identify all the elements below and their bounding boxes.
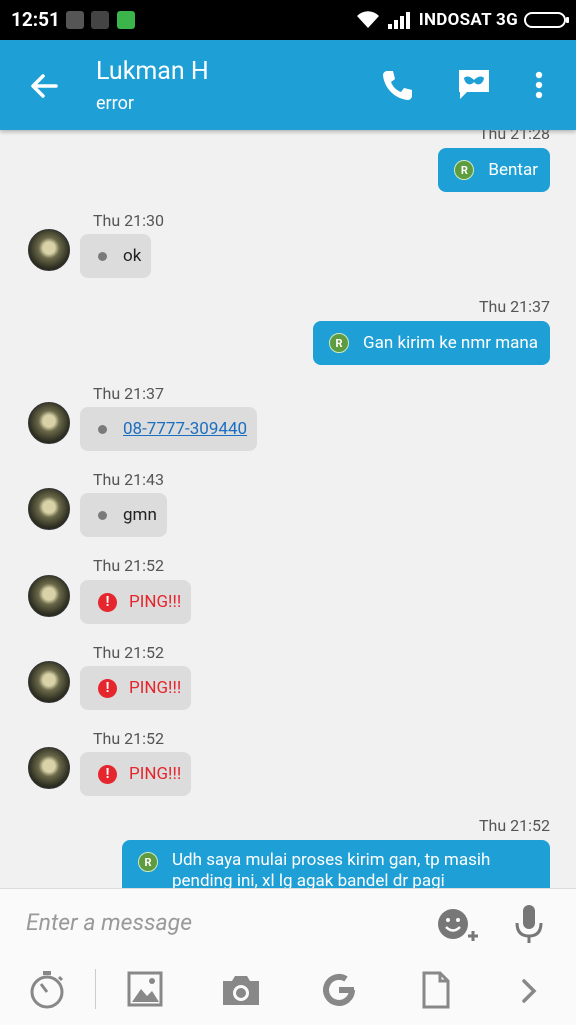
- message-input[interactable]: Enter a message: [26, 909, 192, 936]
- contact-name[interactable]: Lukman H: [96, 57, 209, 86]
- outgoing-message[interactable]: R Gan kirim ke nmr mana: [313, 321, 550, 365]
- chevron-right-icon[interactable]: [518, 977, 540, 1005]
- line-notification-icon: [117, 11, 135, 29]
- message-status-dot: [98, 251, 107, 261]
- read-receipt-icon: R: [138, 852, 158, 872]
- composer: Enter a message: [0, 888, 576, 1025]
- contact-avatar[interactable]: [28, 402, 70, 444]
- contact-avatar[interactable]: [28, 747, 70, 789]
- message-text: ok: [123, 246, 142, 266]
- camera-icon[interactable]: [220, 973, 262, 1007]
- message-timestamp: Thu 21:37: [93, 384, 164, 403]
- message-timestamp: Thu 21:37: [479, 297, 550, 316]
- refresh-google-icon[interactable]: [320, 971, 358, 1009]
- alert-icon: !: [98, 592, 117, 612]
- message-timestamp: Thu 21:52: [479, 816, 550, 835]
- message-status-dot: [98, 510, 107, 520]
- incoming-ping-message[interactable]: ! PING!!!: [80, 666, 192, 710]
- contact-status: error: [96, 93, 134, 114]
- contact-avatar[interactable]: [28, 488, 70, 530]
- incoming-ping-message[interactable]: ! PING!!!: [80, 580, 192, 624]
- document-icon[interactable]: [421, 971, 451, 1009]
- microphone-icon[interactable]: [513, 903, 545, 945]
- back-arrow-icon[interactable]: [26, 68, 62, 104]
- wifi-icon: [356, 11, 379, 28]
- read-receipt-icon: R: [454, 160, 475, 180]
- message-timestamp: Thu 21:52: [93, 643, 164, 662]
- app-bar: Lukman H error: [0, 40, 576, 130]
- message-timestamp: Thu 21:30: [93, 211, 164, 230]
- signal-icon: [387, 12, 410, 29]
- gallery-notification-icon: [66, 11, 84, 29]
- outgoing-message[interactable]: R Bentar: [438, 148, 550, 192]
- incoming-message[interactable]: ok: [80, 234, 152, 278]
- message-timestamp: Thu 21:52: [93, 729, 164, 748]
- overflow-menu-icon[interactable]: [520, 66, 558, 104]
- read-receipt-icon: R: [329, 333, 350, 353]
- emoji-add-icon[interactable]: [437, 907, 483, 943]
- outgoing-message[interactable]: R Udh saya mulai proses kirim gan, tp ma…: [122, 840, 550, 888]
- chat-mask-icon[interactable]: [455, 66, 493, 104]
- battery-icon: [524, 12, 569, 28]
- message-timestamp: Thu 21:43: [93, 470, 164, 489]
- toolbar-divider: [95, 969, 96, 1009]
- message-list[interactable]: Thu 21:28 R Bentar Thu 21:30 ok Thu 21:3…: [0, 130, 576, 888]
- image-gallery-icon[interactable]: [127, 971, 163, 1007]
- status-bar: 12:51 INDOSAT 3G: [0, 0, 576, 40]
- message-text: PING!!!: [129, 678, 182, 698]
- message-status-dot: [98, 424, 107, 434]
- carrier-label: INDOSAT 3G: [418, 10, 518, 30]
- bbm-notification-icon: [91, 11, 109, 29]
- message-text: PING!!!: [129, 592, 182, 612]
- incoming-message[interactable]: gmn: [80, 493, 167, 537]
- message-timestamp: Thu 21:52: [93, 556, 164, 575]
- phone-number-link[interactable]: 08-7777-309440: [123, 419, 247, 439]
- message-text: Bentar: [488, 160, 538, 180]
- message-timestamp: Thu 21:28: [479, 130, 550, 143]
- contact-avatar[interactable]: [28, 229, 70, 271]
- contact-avatar[interactable]: [28, 661, 70, 703]
- phone-call-icon[interactable]: [378, 66, 416, 104]
- alert-icon: !: [98, 678, 117, 698]
- message-text: Gan kirim ke nmr mana: [363, 333, 538, 353]
- incoming-ping-message[interactable]: ! PING!!!: [80, 752, 192, 796]
- alert-icon: !: [98, 764, 117, 784]
- message-text: gmn: [123, 505, 157, 525]
- contact-avatar[interactable]: [28, 575, 70, 617]
- message-text: PING!!!: [129, 764, 182, 784]
- incoming-message[interactable]: 08-7777-309440: [80, 407, 258, 451]
- timer-icon[interactable]: [28, 969, 66, 1011]
- status-time: 12:51: [11, 8, 60, 31]
- message-text: Udh saya mulai proses kirim gan, tp masi…: [172, 850, 491, 888]
